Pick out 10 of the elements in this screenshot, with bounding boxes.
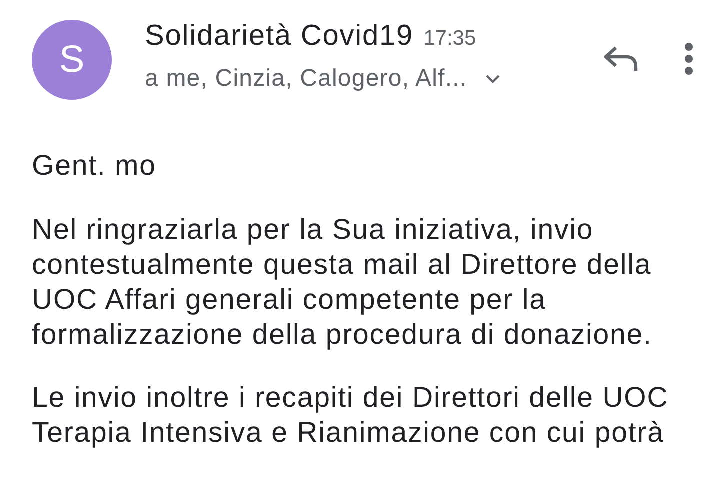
expand-details-button[interactable]: [485, 74, 502, 84]
greeting: Gent. mo: [32, 150, 158, 183]
more-options-button[interactable]: [684, 42, 694, 76]
recipients: a me, Cinzia, Calogero, Alf...: [145, 65, 468, 93]
paragraph: Le invio inoltre i recapiti dei Direttori delle UOC Terapia Intensiva e Rianimazione con cui potrà: [32, 381, 670, 451]
reply-button[interactable]: [602, 45, 640, 73]
sender-name: Solidarietà Covid19: [145, 20, 414, 53]
paragraph: Nel ringraziarla per la Sua iniziativa, invio contestualmente questa mail al Direttore della UOC Affari generali competente per la formalizzazione della procedura di donazione.: [32, 213, 654, 353]
avatar: S: [32, 20, 112, 100]
message-time: 17:35: [424, 27, 476, 51]
